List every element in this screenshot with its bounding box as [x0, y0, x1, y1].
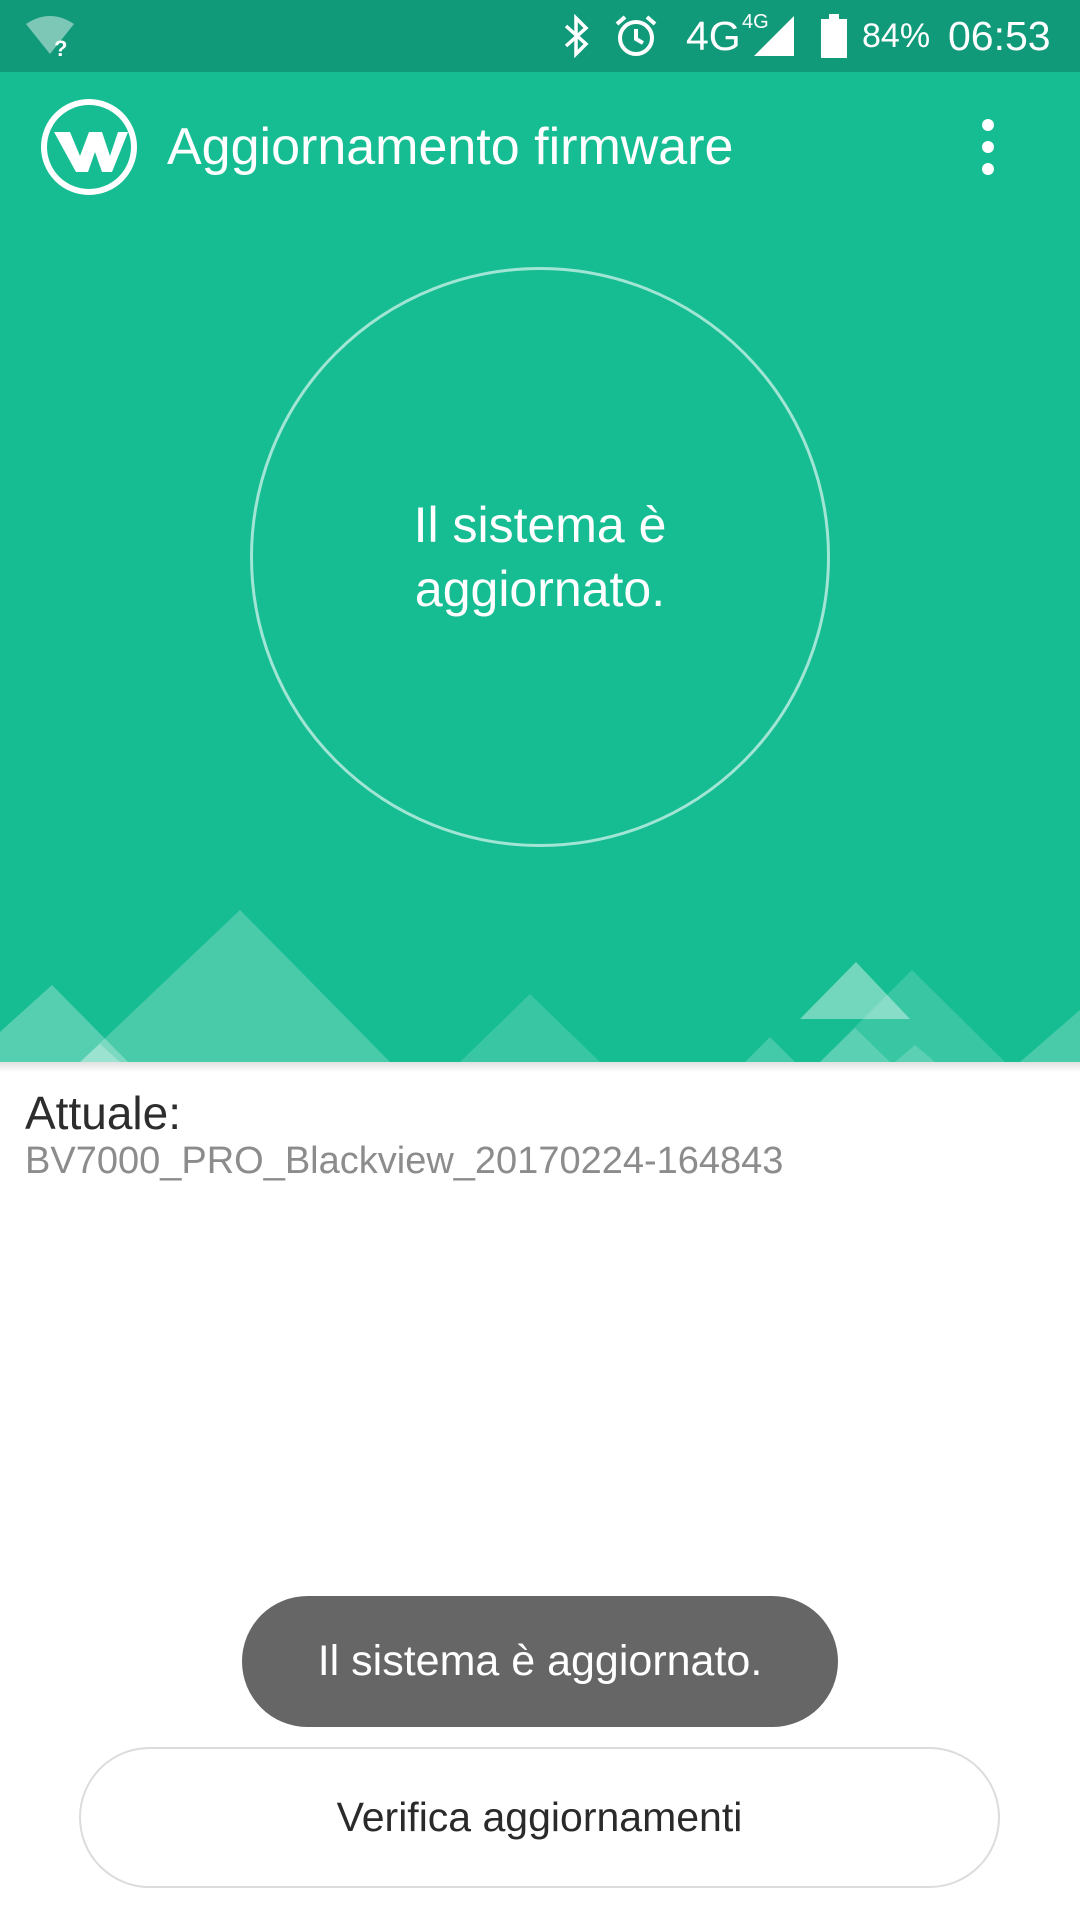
status-circle: Il sistema è aggiornato.: [250, 267, 830, 847]
alarm-icon: [612, 0, 660, 72]
mountains-decoration: [0, 910, 1080, 1062]
signal-icon: [752, 0, 796, 72]
current-version: BV7000_PRO_Blackview_20170224-164843: [25, 1140, 784, 1182]
check-updates-button[interactable]: Verifica aggiornamenti: [79, 1747, 1000, 1888]
svg-text:?: ?: [54, 36, 67, 58]
battery-icon: [820, 0, 848, 72]
status-bar: ? 4G 4G 84% 06:53: [0, 0, 1080, 72]
bluetooth-icon: [560, 0, 592, 72]
toast-message: Il sistema è aggiornato.: [242, 1596, 838, 1727]
update-status-panel: Il sistema è aggiornato.: [0, 222, 1080, 1062]
wifi-unknown-icon: ?: [24, 0, 76, 72]
clock: 06:53: [948, 12, 1051, 59]
current-label: Attuale:: [25, 1087, 181, 1139]
app-logo-icon: [40, 98, 138, 196]
battery-percent: 84%: [862, 16, 931, 55]
app-bar: Aggiornamento firmware: [0, 72, 1080, 222]
divider-shadow: [0, 1062, 1080, 1072]
app-title: Aggiornamento firmware: [167, 118, 734, 176]
network-type: 4G: [686, 12, 741, 59]
more-vert-icon[interactable]: [960, 112, 1016, 182]
status-message: Il sistema è aggiornato.: [413, 497, 667, 617]
